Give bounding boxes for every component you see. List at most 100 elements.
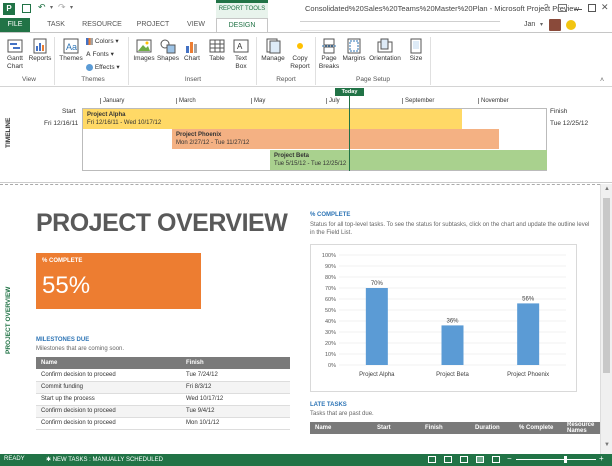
tile-label: % COMPLETE (42, 258, 83, 264)
copy-report-button[interactable]: Copy Report (287, 38, 313, 71)
milestones-heading: MILESTONES DUE (36, 337, 90, 343)
view-grid-icon[interactable] (460, 456, 468, 463)
percent-complete-chart[interactable]: 0% 10% 20% 30% 40% 50% 60% 70% 80% 90% 100% 70% Proj… (311, 245, 576, 391)
images-label: Images (133, 55, 155, 62)
text-box-button[interactable]: A Text Box (229, 38, 253, 71)
customize-qat-icon[interactable]: ▾ (70, 4, 73, 11)
column-header[interactable]: % Complete (514, 422, 562, 434)
zoom-in-icon[interactable]: + (599, 454, 604, 463)
table-button[interactable]: Table (205, 38, 229, 63)
cell-name: Confirm decision to proceed (36, 417, 181, 430)
reports-label: Reports (28, 55, 52, 62)
tab-file[interactable]: FILE (0, 18, 30, 32)
tab-resource[interactable]: RESOURCE (80, 18, 124, 32)
tab-view[interactable]: VIEW (182, 18, 210, 32)
images-button[interactable]: Images (132, 38, 156, 63)
view-report-icon[interactable] (476, 456, 484, 463)
vertical-scrollbar[interactable]: ▲ ▼ (600, 184, 612, 454)
save-icon[interactable] (22, 4, 31, 13)
cell-finish: Wed 10/17/12 (181, 393, 290, 406)
column-header[interactable]: Name (310, 422, 372, 434)
page-breaks-button[interactable]: Page Breaks (318, 38, 340, 71)
chart-icon (186, 42, 197, 53)
table-row[interactable]: Confirm decision to proceed Tue 9/4/12 (36, 405, 290, 418)
timeline-pane[interactable]: TIMELINE Today Start Fri 12/16/11 Finish… (0, 88, 612, 183)
milestones-table: Name Finish Confirm decision to proceed T… (36, 357, 290, 430)
scroll-down-icon[interactable]: ▼ (604, 442, 610, 448)
column-header[interactable]: Start (372, 422, 420, 434)
table-row[interactable]: Commit funding Fri 8/3/12 (36, 381, 290, 394)
table-row[interactable]: Start up the process Wed 10/17/12 (36, 393, 290, 406)
manage-label: Manage (261, 55, 285, 62)
column-header[interactable]: Resource Names (562, 422, 600, 434)
shapes-button[interactable]: Shapes (156, 38, 180, 63)
user-name[interactable]: Jan (524, 21, 535, 28)
data-label: 36% (446, 318, 459, 324)
column-header[interactable]: Duration (470, 422, 514, 434)
avatar[interactable] (549, 19, 561, 31)
fonts-button[interactable]: A Fonts ▾ (86, 50, 114, 58)
scroll-up-icon[interactable]: ▲ (604, 186, 610, 192)
chart-button[interactable]: Chart (180, 38, 204, 63)
zoom-slider[interactable] (516, 459, 596, 460)
undo-icon[interactable]: ↶ (38, 2, 46, 13)
zoom-out-icon[interactable]: − (507, 454, 512, 463)
column-header[interactable]: Name (36, 357, 181, 369)
cell-finish: Mon 10/1/12 (181, 417, 290, 430)
view-normal-icon[interactable] (428, 456, 436, 463)
gantt-chart-button[interactable]: Gantt Chart (3, 38, 27, 71)
maximize-icon[interactable] (588, 4, 596, 12)
cell-name: Confirm decision to proceed (36, 369, 181, 382)
ribbon-display-icon[interactable] (558, 4, 567, 12)
themes-button[interactable]: Aa Themes (58, 38, 84, 63)
margins-button[interactable]: Margins (341, 38, 367, 63)
orientation-button[interactable]: Orientation (367, 38, 403, 63)
reports-button[interactable]: Reports (28, 38, 52, 63)
chart-frame[interactable]: 0% 10% 20% 30% 40% 50% 60% 70% 80% 90% 100% 70% Proj… (310, 244, 577, 392)
help-icon[interactable]: ? (544, 3, 548, 12)
effects-button[interactable]: Effects ▾ (86, 63, 120, 71)
table-row[interactable]: Confirm decision to proceed Mon 10/1/12 (36, 417, 290, 430)
window-title: Consolidated%20Sales%20Teams%20Master%20… (305, 4, 579, 13)
tab-project[interactable]: PROJECT (134, 18, 172, 32)
view-page-icon[interactable] (492, 456, 500, 463)
data-label: 70% (371, 281, 384, 287)
size-button[interactable]: Size (404, 38, 428, 63)
month-label: March (176, 98, 196, 104)
collapse-ribbon-icon[interactable]: ˄ (600, 77, 604, 84)
scroll-thumb[interactable] (603, 198, 610, 373)
timeline-bar-phoenix[interactable]: Project Phoenix Mon 2/27/12 - Tue 11/27/1… (172, 129, 499, 149)
new-tasks-mode[interactable]: ✱ NEW TASKS : MANUALLY SCHEDULED (46, 456, 163, 463)
group-label-page-setup: Page Setup (356, 76, 390, 83)
column-header[interactable]: Finish (420, 422, 470, 434)
late-tasks-subtitle: Tasks that are past due. (310, 411, 374, 417)
page-breaks-label: Page Breaks (318, 55, 340, 70)
close-icon[interactable]: ✕ (601, 2, 609, 13)
report-canvas[interactable]: PROJECT OVERVIEW PROJECT OVERVIEW % COMP… (0, 184, 600, 454)
bar-dates: Fri 12/16/11 - Wed 10/17/12 (87, 119, 162, 126)
redo-icon[interactable]: ↷ (58, 2, 66, 13)
view-list-icon[interactable] (444, 456, 452, 463)
manage-button[interactable]: Manage (259, 38, 287, 63)
month-label: July (326, 98, 340, 104)
shapes-label: Shapes (156, 55, 180, 62)
table-row[interactable]: Confirm decision to proceed Tue 7/24/12 (36, 369, 290, 382)
smiley-icon[interactable] (566, 20, 576, 30)
chart-description: Status for all top-level tasks. To see t… (310, 222, 590, 236)
zoom-thumb[interactable] (564, 456, 567, 463)
timeline-bar-alpha[interactable]: Project Alpha Fri 12/16/11 - Wed 10/17/12 (83, 109, 462, 129)
gantt-chart-label: Gantt Chart (7, 55, 23, 70)
tab-task[interactable]: TASK (40, 18, 72, 32)
circuit-pattern (300, 21, 500, 31)
colors-button[interactable]: Colors ▾ (86, 37, 119, 45)
chart-heading: % COMPLETE (310, 212, 351, 218)
minimize-icon[interactable] (574, 9, 582, 10)
group-label-insert: Insert (184, 76, 202, 83)
dropdown-arrow-icon[interactable]: ▾ (50, 4, 53, 11)
user-dropdown-icon[interactable]: ▾ (540, 21, 543, 28)
tab-design[interactable]: DESIGN (216, 18, 268, 32)
divider (54, 37, 55, 85)
timeline-bar-beta[interactable]: Project Beta Tue 5/15/12 - Tue 12/25/12 (270, 150, 547, 170)
cell-finish: Fri 8/3/12 (181, 381, 290, 394)
column-header[interactable]: Finish (181, 357, 290, 369)
